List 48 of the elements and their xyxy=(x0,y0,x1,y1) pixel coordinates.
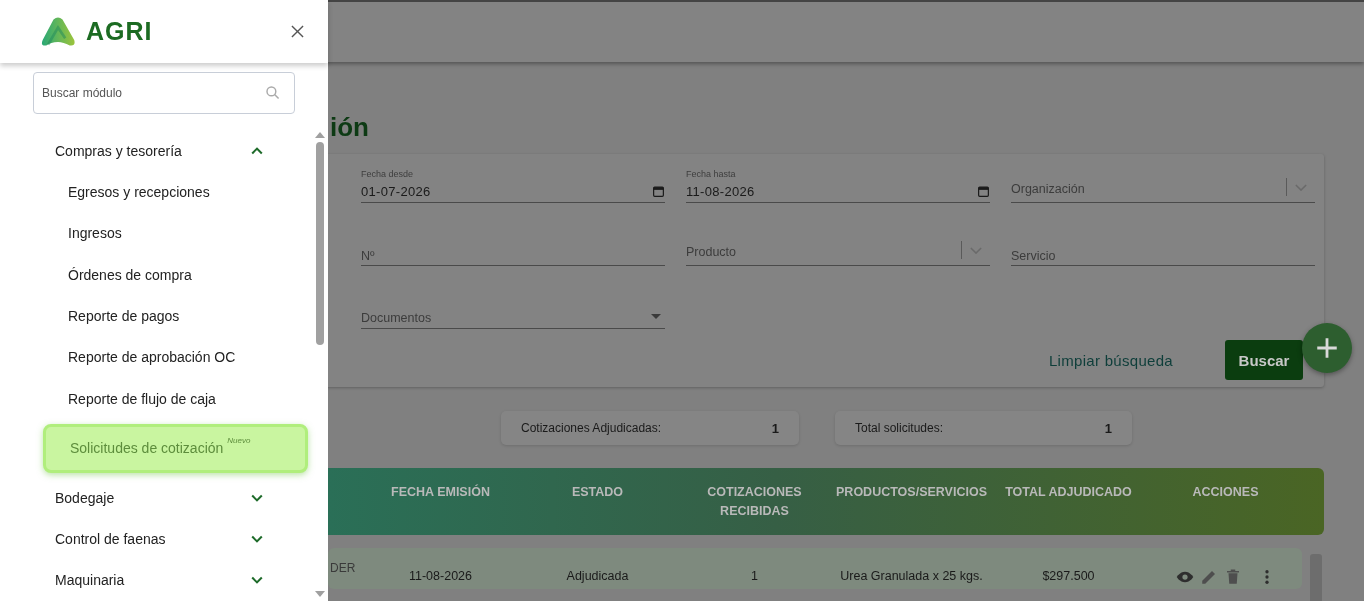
calendar-icon xyxy=(652,185,665,198)
column-header: ESTADO xyxy=(570,484,625,501)
search-field[interactable]: Buscar módulo xyxy=(33,72,295,114)
stat-label: Total solicitudes: xyxy=(855,421,944,435)
column-header: FECHA EMISIÓN xyxy=(390,483,491,501)
stat-value: 1 xyxy=(771,420,779,436)
column-header: ACCIONES xyxy=(1191,484,1260,501)
column-header: PRODUCTOS/SERVICIOS xyxy=(835,484,988,501)
table-cell-text: $297.500 xyxy=(1041,568,1096,585)
close-button[interactable] xyxy=(289,23,306,40)
table-cell-text: DER xyxy=(329,560,357,577)
nav-group[interactable]: Bodegaje xyxy=(0,476,315,519)
nav-group[interactable]: Control de faenas xyxy=(0,518,315,560)
plus-icon xyxy=(1314,335,1340,361)
chevron-down-icon xyxy=(251,493,263,502)
search-button[interactable]: Buscar xyxy=(1225,340,1303,380)
chevron-down-icon xyxy=(1295,183,1307,191)
chevron-up-icon xyxy=(251,146,263,155)
table-cell-text: Adjudicada xyxy=(565,568,630,585)
pencil-icon[interactable] xyxy=(1199,568,1218,586)
nav-item[interactable]: Ingresos xyxy=(0,212,315,255)
nav-item[interactable]: Egresos y recepciones xyxy=(0,171,315,213)
add-button[interactable] xyxy=(1302,323,1352,373)
date-field[interactable]: Fecha desde 01-07-2026 xyxy=(361,162,665,203)
column-header: TOTAL ADJUDICADO xyxy=(1004,484,1133,501)
table-cell-text: Urea Granulada x 25 kgs. xyxy=(839,568,984,585)
table-cell-text: 11-08-2026 xyxy=(408,568,473,585)
chevron-down-icon xyxy=(970,246,982,254)
new-label: Nuevo xyxy=(227,435,251,445)
calendar-icon xyxy=(977,185,990,198)
nav-item[interactable]: Órdenes de compra xyxy=(0,254,315,296)
nav-group[interactable]: Compras y tesorería xyxy=(0,130,315,172)
stat-label: Cotizaciones Adjudicadas: xyxy=(521,421,662,435)
date-field[interactable]: Fecha hasta 11-08-2026 xyxy=(686,162,990,203)
table-cell-text: 1 xyxy=(750,568,759,585)
brand-name: AGRI xyxy=(86,17,153,46)
nav-item[interactable]: Reporte de pagos xyxy=(0,295,315,337)
column-header: COTIZACIONES RECIBIDAS xyxy=(706,484,803,520)
logo-icon xyxy=(40,15,76,48)
caret-down-icon xyxy=(651,314,661,319)
search-icon xyxy=(265,85,281,101)
nav-item[interactable]: Reporte de flujo de caja xyxy=(0,378,315,420)
nav-group[interactable]: Maquinaria xyxy=(0,559,315,601)
chevron-down-icon xyxy=(251,534,263,543)
stat-value: 1 xyxy=(1104,420,1112,436)
page-title: ión xyxy=(329,112,370,142)
chevron-down-icon xyxy=(251,576,263,585)
nav-item[interactable]: Reporte de aprobación OC xyxy=(0,336,315,379)
